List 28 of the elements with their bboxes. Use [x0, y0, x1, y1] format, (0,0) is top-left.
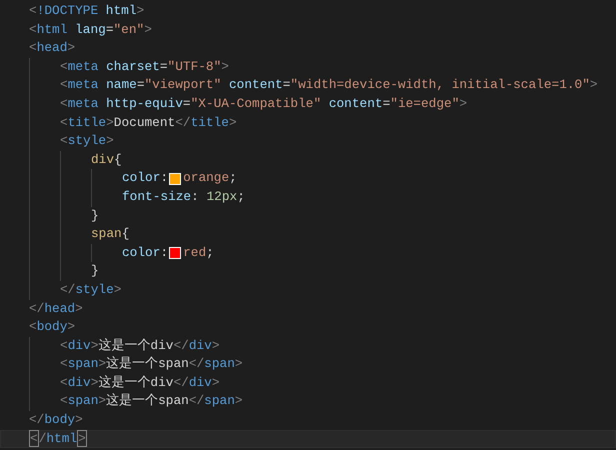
code-text: <!DOCTYPE html> [29, 2, 144, 20]
code-text: <body> [29, 318, 76, 336]
code-text: </style> [60, 280, 122, 299]
code-text: orange; [183, 169, 237, 188]
code-text: color: [122, 244, 168, 262]
code-text: <head> [29, 39, 76, 58]
code-text: color: [122, 169, 168, 188]
code-text: <span>这是一个span</span> [60, 355, 243, 374]
code-text: red; [183, 244, 214, 262]
code-text: /html [38, 430, 78, 448]
code-text: <span>这是一个span</span> [60, 392, 243, 410]
code-text: } [91, 206, 99, 225]
code-text: <meta charset="UTF-8"> [60, 58, 229, 76]
code-text: <title>Document</title> [60, 114, 237, 132]
code-text: span{ [91, 225, 130, 244]
code-text: <meta http-equiv="X-UA-Compatible" content="ie=edge"> [60, 94, 468, 113]
code-text: <html lang="en"> [29, 20, 152, 39]
code-text: div{ [91, 150, 122, 169]
code-text: font-size: 12px; [122, 188, 245, 206]
code-text: </body> [29, 411, 83, 430]
code-text: <style> [60, 132, 114, 150]
code-text: </head> [29, 300, 83, 318]
code-text: <div>这是一个div</div> [60, 336, 220, 355]
code-text: } [91, 262, 99, 280]
code-text: <div>这是一个div</div> [60, 374, 220, 392]
matched-bracket: < [29, 430, 39, 448]
matched-bracket: > [77, 430, 87, 448]
code-text: <meta name="viewport" content="width=device-width, initial-scale=1.0"> [60, 76, 598, 94]
